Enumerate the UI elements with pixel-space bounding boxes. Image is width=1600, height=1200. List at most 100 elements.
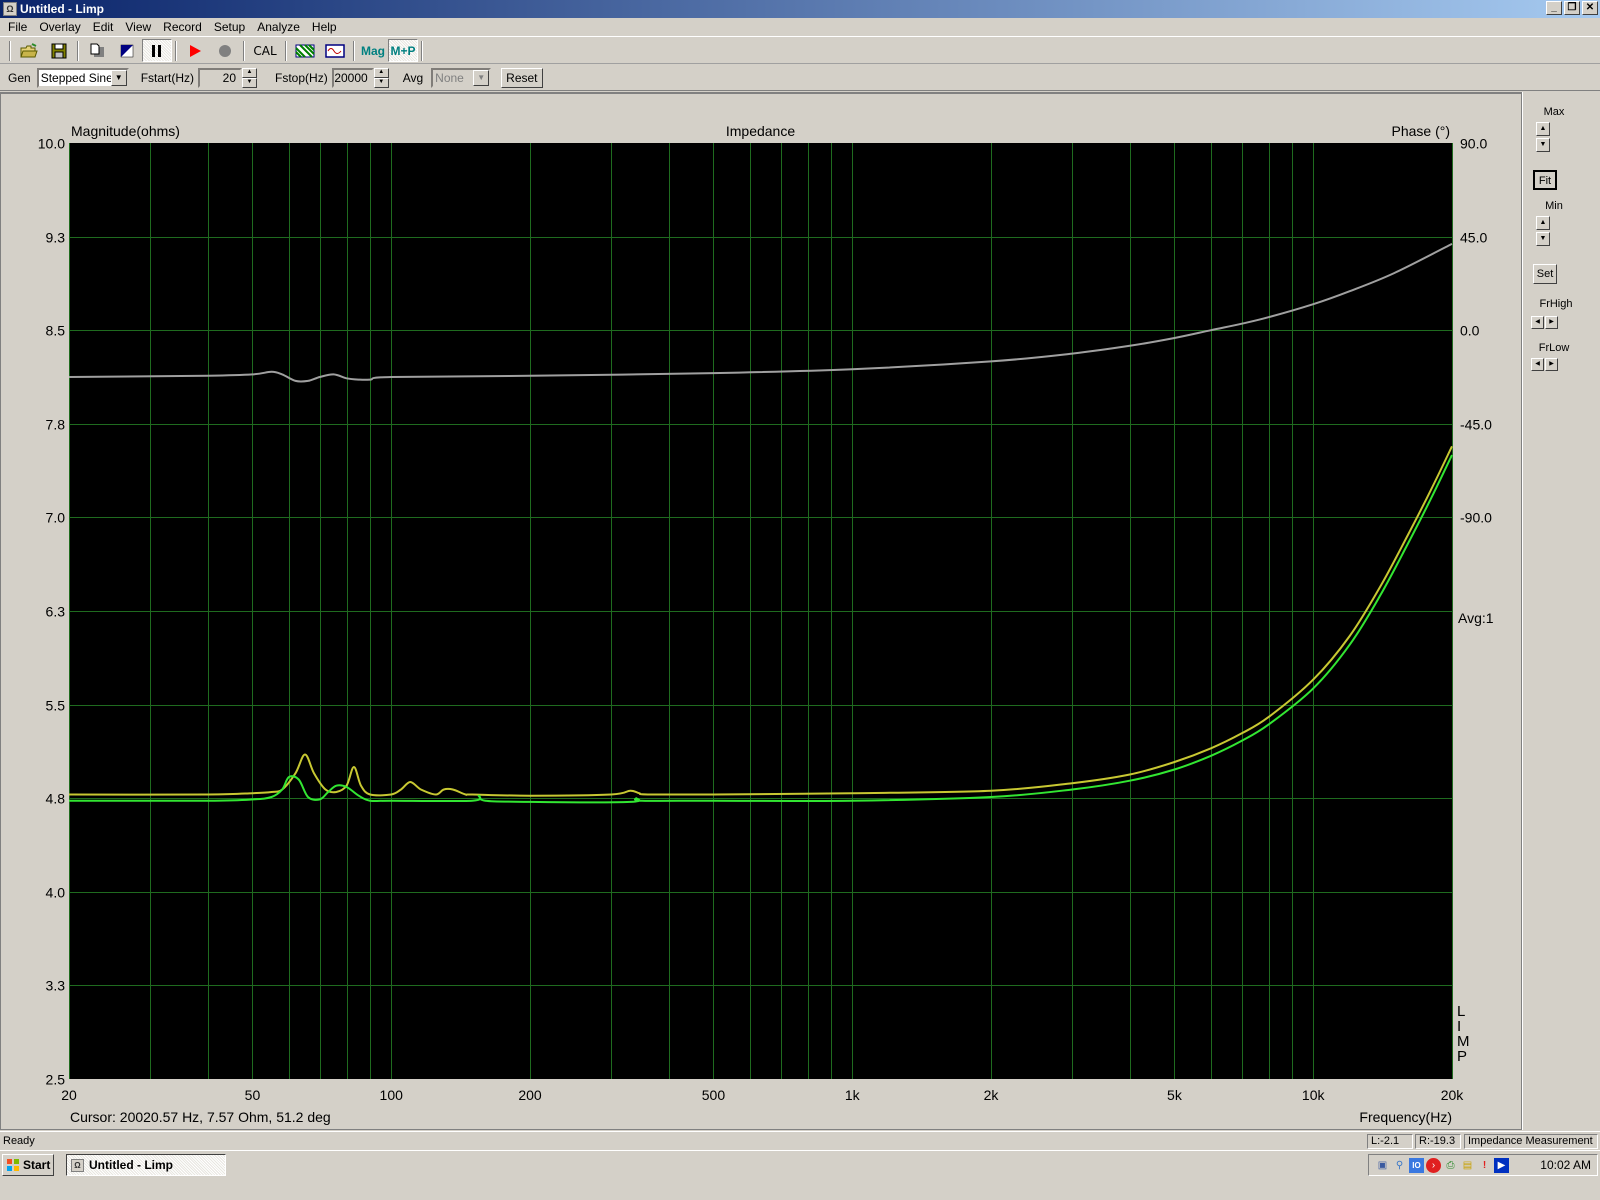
- taskbar: Start Ω Untitled - Limp ▣ ⚲ IO › ⎙ ▤ ! ▶…: [0, 1150, 1600, 1200]
- x-tick-label: 50: [245, 1087, 261, 1103]
- menu-view[interactable]: View: [119, 20, 157, 34]
- gen-label: Gen: [8, 70, 31, 85]
- invert-button[interactable]: [112, 39, 142, 62]
- menu-bar: File Overlay Edit View Record Setup Anal…: [0, 18, 1600, 37]
- impedance-chart[interactable]: 10.0 9.3 8.5 7.8 7.0 6.3 5.5 4.8 4.0 3.3 2.5 90.0 45…: [1, 94, 1521, 1130]
- y-tick-label: 7.0: [46, 510, 66, 526]
- spin-down-icon[interactable]: ▼: [242, 77, 258, 88]
- generator-select[interactable]: Stepped Sine ▼: [36, 67, 129, 88]
- y2-tick-label: -90.0: [1460, 510, 1492, 526]
- avg-value: None: [435, 70, 464, 85]
- set-button[interactable]: Set: [1533, 264, 1557, 284]
- limp-app-icon[interactable]: Ω: [3, 2, 17, 16]
- pause-icon: [152, 44, 161, 57]
- play-icon: [190, 44, 201, 57]
- save-button[interactable]: [44, 39, 74, 62]
- limp-brand-letter: P: [1457, 1048, 1467, 1065]
- frhigh-left-button[interactable]: ◀: [1531, 316, 1544, 329]
- magnitude-phase-view-button[interactable]: M+P: [388, 39, 418, 62]
- frlow-right-button[interactable]: ▶: [1545, 358, 1558, 371]
- status-left-level: L:-2.1: [1367, 1134, 1413, 1149]
- y2-tick-label: -45.0: [1460, 417, 1492, 433]
- calibrate-button[interactable]: CAL: [248, 39, 282, 62]
- windows-logo-icon: [7, 1159, 19, 1171]
- frlow-label: FrLow: [1538, 342, 1570, 354]
- max-up-button[interactable]: ▲: [1536, 122, 1550, 136]
- menu-help[interactable]: Help: [306, 20, 343, 34]
- menu-setup[interactable]: Setup: [208, 20, 251, 34]
- spin-down-icon[interactable]: ▼: [373, 77, 389, 88]
- frlow-left-button[interactable]: ◀: [1531, 358, 1544, 371]
- network-icon[interactable]: ▣: [1375, 1158, 1390, 1173]
- spin-up-icon[interactable]: ▲: [242, 67, 258, 78]
- record-button[interactable]: [210, 39, 240, 62]
- scale-control-panel: Max ▲ ▼ Fit Min ▲ ▼ Set FrHigh ◀ ▶ FrLow…: [1522, 92, 1600, 1130]
- search-icon[interactable]: ⚲: [1392, 1158, 1407, 1173]
- y-tick-label: 7.8: [46, 417, 66, 433]
- y-tick-label: 9.3: [46, 230, 66, 246]
- start-button[interactable]: Start: [2, 1154, 54, 1176]
- min-up-button[interactable]: ▲: [1536, 216, 1550, 230]
- maximize-button[interactable]: ❐: [1564, 1, 1580, 15]
- menu-record[interactable]: Record: [157, 20, 208, 34]
- folder-icon[interactable]: ▤: [1460, 1158, 1475, 1173]
- y-tick-label: 10.0: [38, 136, 65, 152]
- system-tray: ▣ ⚲ IO › ⎙ ▤ ! ▶ 10:02 AM: [1368, 1154, 1598, 1176]
- io-icon[interactable]: IO: [1409, 1157, 1424, 1173]
- status-bar: Ready L:-2.1 R:-19.3 Impedance Measureme…: [0, 1131, 1600, 1149]
- chevron-down-icon[interactable]: ▼: [110, 69, 127, 86]
- x-tick-label: 500: [702, 1087, 726, 1103]
- start-label: Start: [23, 1158, 51, 1172]
- play-icon[interactable]: ▶: [1494, 1157, 1509, 1173]
- menu-overlay[interactable]: Overlay: [33, 20, 86, 34]
- overlay-button[interactable]: [290, 39, 320, 62]
- fstop-spinner[interactable]: ▲ ▼: [373, 67, 389, 88]
- fstart-input[interactable]: 20: [198, 67, 243, 88]
- reset-button[interactable]: Reset: [501, 67, 543, 88]
- y2-tick-label: 45.0: [1460, 230, 1487, 246]
- frhigh-right-button[interactable]: ▶: [1545, 316, 1558, 329]
- pause-button[interactable]: [142, 39, 172, 62]
- fstop-input[interactable]: 20000: [331, 67, 374, 88]
- cursor-readout: Cursor: 20020.57 Hz, 7.57 Ohm, 51.2 deg: [70, 1109, 331, 1125]
- save-disk-icon: [51, 43, 67, 58]
- y2-axis-title: Phase (°): [1391, 123, 1450, 139]
- min-down-button[interactable]: ▼: [1536, 232, 1550, 246]
- y2-tick-label: 90.0: [1460, 136, 1487, 152]
- play-button[interactable]: [180, 39, 210, 62]
- x-axis-title: Frequency(Hz): [1359, 1109, 1452, 1125]
- avg-indicator: Avg:1: [1458, 610, 1494, 626]
- minimize-button[interactable]: _: [1546, 1, 1562, 15]
- x-tick-label: 10k: [1302, 1087, 1326, 1103]
- printer-icon[interactable]: ⎙: [1443, 1158, 1458, 1173]
- x-tick-label: 20k: [1441, 1087, 1465, 1103]
- toolbar: CAL Mag M+P: [0, 38, 1600, 64]
- avg-select[interactable]: None ▼: [431, 67, 492, 88]
- spin-up-icon[interactable]: ▲: [373, 67, 389, 78]
- close-button[interactable]: ✕: [1582, 1, 1598, 15]
- fit-button[interactable]: Fit: [1533, 170, 1557, 190]
- x-tick-label: 1k: [845, 1087, 861, 1103]
- copy-button[interactable]: [82, 39, 112, 62]
- generator-bar: Gen Stepped Sine ▼ Fstart(Hz) 20 ▲ ▼ Fsto…: [0, 65, 1600, 91]
- fstart-spinner[interactable]: ▲ ▼: [242, 67, 258, 88]
- y-tick-label: 6.3: [46, 604, 66, 620]
- max-label: Max: [1543, 106, 1565, 118]
- taskbar-item-label: Untitled - Limp: [89, 1158, 173, 1172]
- record-icon: [219, 44, 231, 57]
- x-tick-label: 5k: [1167, 1087, 1183, 1103]
- sine-wave-icon: [325, 43, 345, 58]
- menu-edit[interactable]: Edit: [87, 20, 120, 34]
- menu-file[interactable]: File: [2, 20, 33, 34]
- toolbar-grip: [9, 40, 11, 61]
- open-folder-icon: [20, 42, 38, 57]
- frhigh-label: FrHigh: [1539, 298, 1573, 310]
- arrow-icon[interactable]: ›: [1426, 1157, 1441, 1173]
- open-button[interactable]: [14, 39, 44, 62]
- max-down-button[interactable]: ▼: [1536, 138, 1550, 152]
- waveform-button[interactable]: [320, 39, 350, 62]
- taskbar-item-limp[interactable]: Ω Untitled - Limp: [66, 1154, 226, 1176]
- menu-analyze[interactable]: Analyze: [251, 20, 306, 34]
- alert-icon[interactable]: !: [1477, 1158, 1492, 1173]
- magnitude-view-button[interactable]: Mag: [358, 39, 388, 62]
